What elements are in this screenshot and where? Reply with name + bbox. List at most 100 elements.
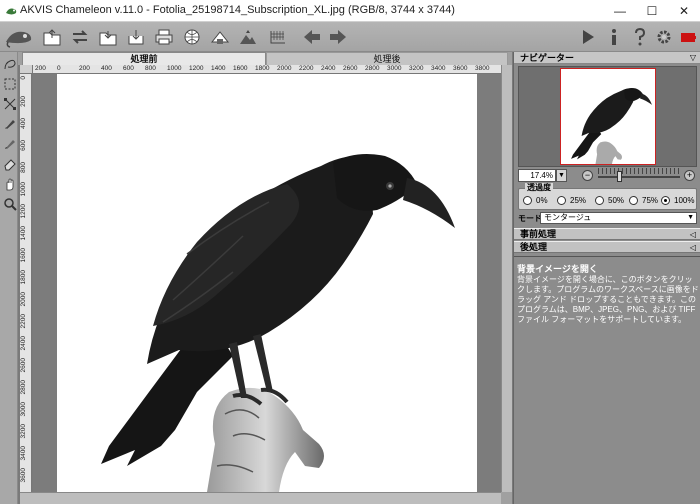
mode-select[interactable]: モンタージュ ▼ [540,212,697,224]
maximize-button[interactable]: ☐ [636,0,668,22]
mode-label: モード [518,214,542,223]
h-tick: 1400 [211,65,226,72]
navigator-preview[interactable] [518,66,697,167]
zoom-out-button[interactable]: − [582,170,593,181]
v-tick: 600 [20,140,27,151]
h-tick: 800 [145,65,156,72]
settings-gear-icon[interactable] [652,25,676,49]
pencil-tool-icon[interactable] [2,136,17,151]
transform-tool-icon[interactable] [2,96,17,111]
transparency-label: 透過度 [525,183,553,192]
post-processing-section[interactable]: 後処理 ◁ [514,241,700,253]
quick-selection-tool-icon[interactable] [2,56,17,71]
post-processing-label: 後処理 [520,242,548,252]
close-button[interactable]: ✕ [668,0,700,22]
tool-bar [0,52,18,504]
image-canvas[interactable] [33,74,501,492]
h-tick: 2400 [321,65,336,72]
v-tick: 3600 [20,468,27,483]
h-tick: 2200 [299,65,314,72]
transparency-75-radio[interactable]: 75% [629,196,658,206]
vertical-scrollbar[interactable] [501,65,512,492]
mountain-icon[interactable] [236,25,260,49]
navigator-title: ナビゲーター [520,53,575,63]
v-tick: 2200 [20,314,27,329]
hand-tool-icon[interactable] [2,176,17,191]
zoom-slider[interactable] [598,176,680,178]
grid-icon[interactable] [266,25,290,49]
app-icon [6,8,17,15]
transparency-25-radio[interactable]: 25% [557,196,586,206]
v-tick: 2000 [20,292,27,307]
expand-arrow-icon: ◁ [689,230,696,239]
h-tick: 1000 [167,65,182,72]
navigator-thumbnail [560,68,656,165]
h-tick: 3800 [475,65,490,72]
camera-icon[interactable] [208,25,232,49]
info-icon[interactable] [602,25,626,49]
help-panel: 背景イメージを開く 背景イメージを開く場合に、このボタンをクリックします。プログ… [514,256,700,504]
open-background-button[interactable] [96,25,120,49]
zoom-slider-ticks [598,168,680,174]
horizontal-scrollbar[interactable] [20,492,501,504]
main-toolbar [0,22,700,52]
help-icon[interactable] [628,25,652,49]
zoom-tool-icon[interactable] [2,196,17,211]
alert-icon[interactable] [676,25,700,49]
raven-photo [57,74,477,492]
run-icon[interactable] [576,25,600,49]
transparency-group: 透過度 0% 25% 50% 75% 100% [518,183,697,210]
title-bar: AKVIS Chameleon v.11.0 - Fotolia_2519871… [0,0,700,22]
h-tick: 2600 [343,65,358,72]
print-button[interactable] [152,25,176,49]
help-text: 背景イメージを開く場合に、このボタンをクリックします。プログラムのワークスペース… [517,275,699,324]
eraser-tool-icon[interactable] [2,156,17,171]
tab-before[interactable]: 処理前 [22,52,266,65]
tab-after[interactable]: 処理後 [266,52,508,65]
h-tick: 1800 [255,65,270,72]
h-tick: 400 [101,65,112,72]
transparency-100-radio[interactable]: 100% [661,196,694,206]
h-tick: 200 [79,65,90,72]
transparency-0-radio[interactable]: 0% [523,196,548,206]
zoom-in-button[interactable]: + [684,170,695,181]
chevron-down-icon: ▼ [687,214,694,221]
v-tick: 3400 [20,446,27,461]
window-title: AKVIS Chameleon v.11.0 - Fotolia_2519871… [20,4,455,16]
zoom-controls: 17.4% ▼ − + [514,168,700,184]
swap-icon[interactable] [68,25,92,49]
minimize-button[interactable]: — [604,0,636,22]
pre-processing-section[interactable]: 事前処理 ◁ [514,228,700,240]
rect-selection-tool-icon[interactable] [2,76,17,91]
h-tick: 3400 [431,65,446,72]
zoom-dropdown-icon[interactable]: ▼ [556,169,567,182]
h-tick: 2000 [277,65,292,72]
collapse-icon[interactable]: ▽ [690,52,696,64]
v-tick: 400 [20,118,27,129]
ruler-corner [20,65,33,74]
brush-tool-icon[interactable] [2,116,17,131]
size-grip [501,492,512,504]
h-tick: 200 [35,65,46,72]
help-title: 背景イメージを開く [517,264,598,274]
v-tick: 2600 [20,358,27,373]
open-image-button[interactable] [40,25,64,49]
pre-processing-label: 事前処理 [520,229,557,239]
v-tick: 1400 [20,226,27,241]
mode-row: モード モンタージュ ▼ [514,212,700,225]
v-tick: 1200 [20,204,27,219]
v-tick: 1800 [20,270,27,285]
h-tick: 3200 [409,65,424,72]
zoom-slider-knob[interactable] [617,171,622,182]
view-tabs: 処理前 処理後 [18,52,512,65]
redo-arrow-icon[interactable] [326,25,350,49]
navigator-header[interactable]: ナビゲーター ▽ [514,52,700,64]
share-icon[interactable] [180,25,204,49]
save-button[interactable] [124,25,148,49]
v-tick: 3200 [20,424,27,439]
undo-arrow-icon[interactable] [300,25,324,49]
v-tick: 200 [20,96,27,107]
v-tick: 2400 [20,336,27,351]
transparency-50-radio[interactable]: 50% [595,196,624,206]
zoom-input[interactable]: 17.4% [518,169,556,182]
